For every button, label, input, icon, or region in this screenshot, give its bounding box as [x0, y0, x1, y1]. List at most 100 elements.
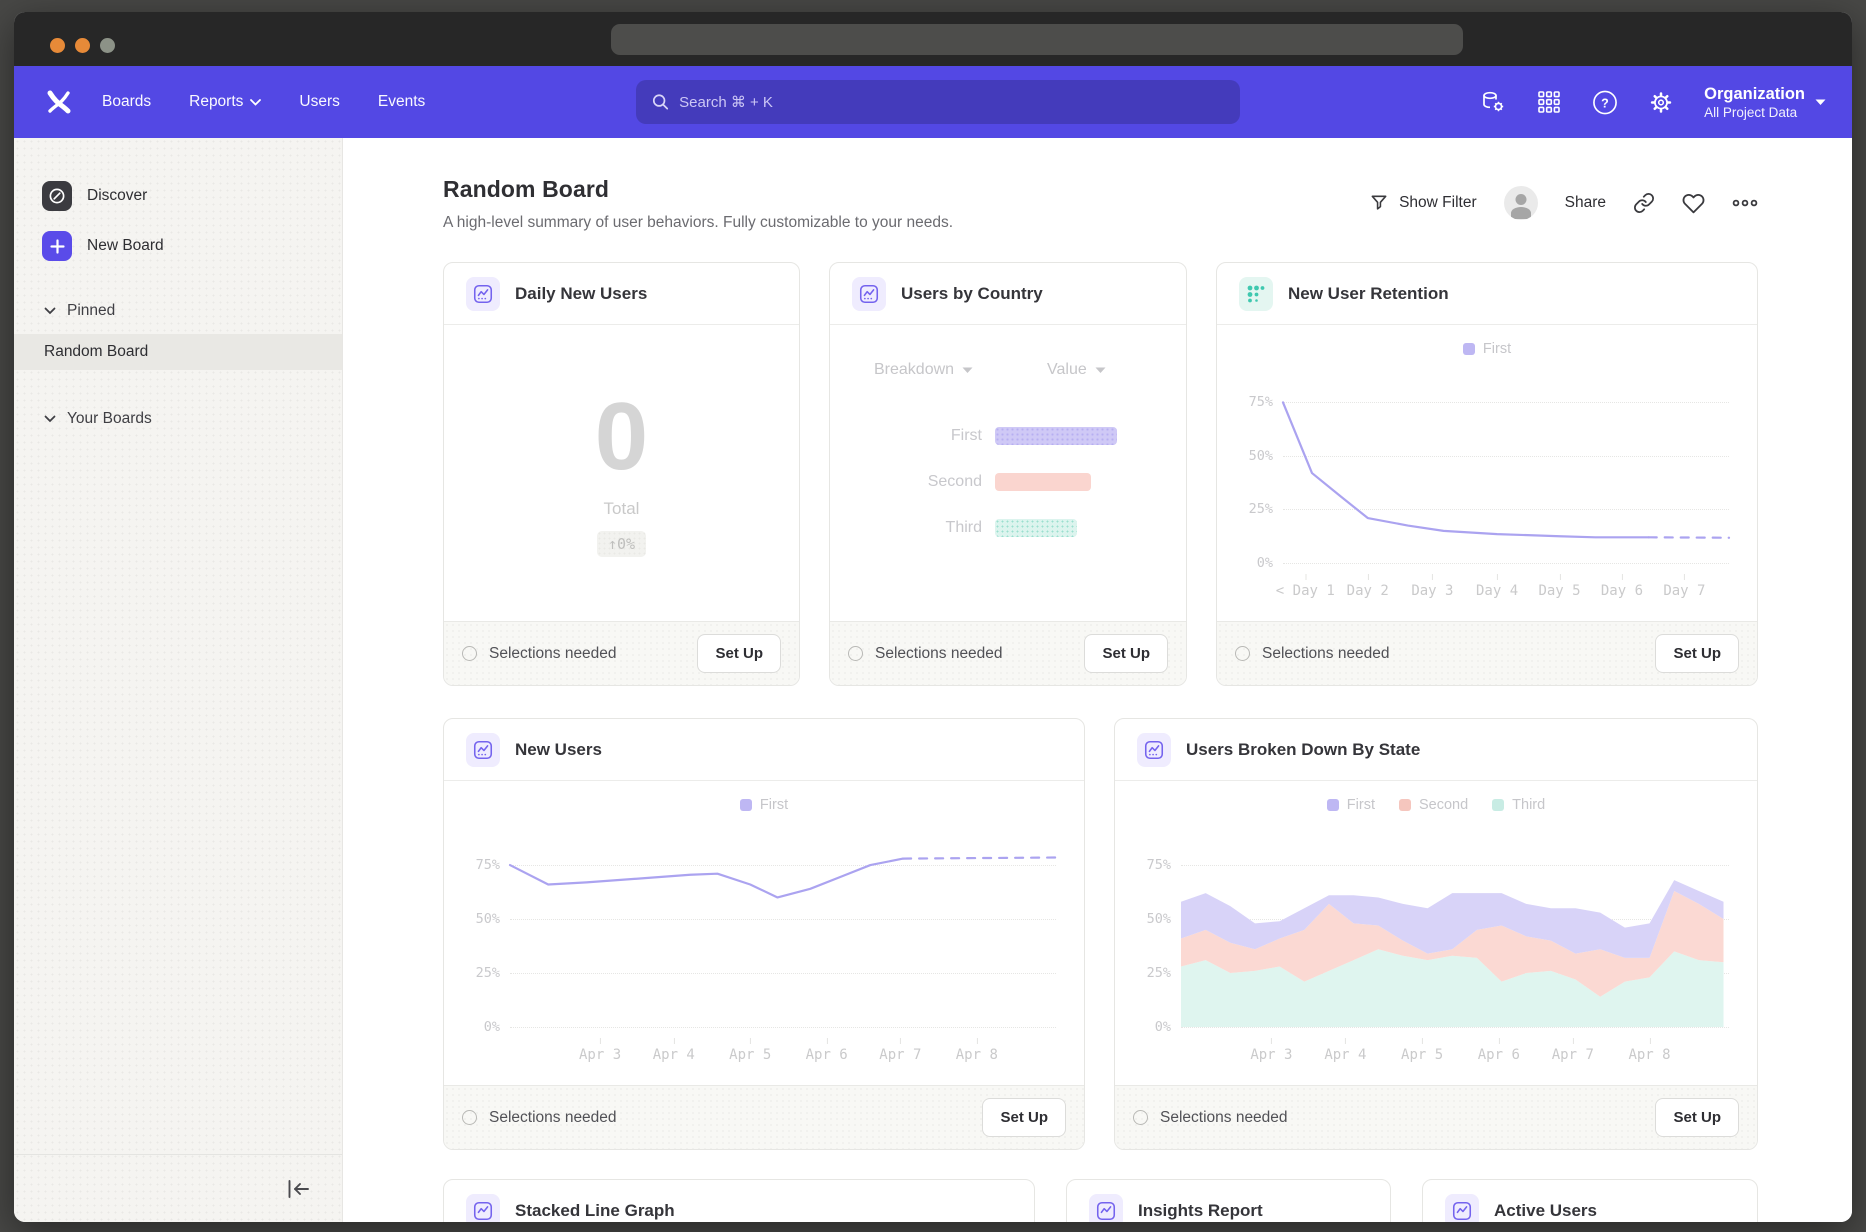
avatar[interactable]	[1504, 186, 1538, 220]
search-bar[interactable]	[636, 80, 1240, 124]
sidebar-board-random-board[interactable]: Random Board	[14, 334, 342, 370]
card-title: Active Users	[1494, 1201, 1597, 1221]
metric-delta-badge: ↑0%	[597, 531, 646, 557]
favorite-heart-icon[interactable]	[1682, 192, 1705, 215]
card-row-1: Daily New Users 0 Total ↑0% Selections n…	[443, 262, 1758, 686]
sidebar-footer	[14, 1154, 342, 1222]
section-label: Pinned	[67, 302, 115, 320]
status-text: Selections needed	[489, 645, 685, 663]
sidebar-section-your-boards[interactable]: Your Boards	[14, 404, 342, 434]
value-dropdown[interactable]: Value	[1047, 361, 1106, 379]
bar-row-second: Second	[830, 459, 1186, 505]
card-row-3: Stacked Line Graph Insi	[443, 1179, 1758, 1222]
svg-text:?: ?	[1601, 96, 1609, 110]
share-button[interactable]: Share	[1565, 194, 1606, 212]
desktop-background: Boards Reports Users Events	[0, 0, 1866, 1232]
legend-item: First	[1463, 341, 1511, 357]
sidebar: Discover New Board Pinned Random Board	[14, 138, 343, 1222]
card-row-2: New Users First 75%50%25%0%Apr 3Apr 4Apr…	[443, 718, 1758, 1150]
nav-item-users[interactable]: Users	[299, 93, 339, 111]
metric-label: Total	[604, 499, 640, 519]
setup-button[interactable]: Set Up	[1655, 1098, 1739, 1137]
country-bar-list: First Second Third	[830, 413, 1186, 551]
status-circle-icon	[1133, 1110, 1148, 1125]
status-circle-icon	[462, 646, 477, 661]
sidebar-item-label: Discover	[87, 187, 147, 205]
insights-chart-icon	[852, 277, 886, 311]
setup-button[interactable]: Set Up	[1084, 634, 1168, 673]
nav-item-label: Boards	[102, 93, 151, 111]
bar-first	[995, 427, 1117, 445]
traffic-lights	[50, 38, 115, 53]
card-title: New Users	[515, 740, 602, 760]
more-options-icon[interactable]	[1732, 198, 1758, 208]
breakdown-dropdown[interactable]: Breakdown	[874, 361, 973, 379]
setup-button[interactable]: Set Up	[1655, 634, 1739, 673]
page-title: Random Board	[443, 176, 953, 203]
chevron-down-icon	[1815, 99, 1826, 106]
show-filter-button[interactable]: Show Filter	[1369, 193, 1477, 213]
nav-item-events[interactable]: Events	[378, 93, 425, 111]
status-text: Selections needed	[1262, 645, 1643, 663]
metric-value: 0	[595, 389, 648, 485]
chevron-down-icon	[44, 415, 56, 423]
apps-grid-icon[interactable]	[1536, 89, 1562, 115]
card-title: Users Broken Down By State	[1186, 740, 1420, 760]
bar-label: Second	[830, 473, 995, 491]
share-label: Share	[1565, 194, 1606, 212]
collapse-sidebar-icon[interactable]	[287, 1179, 310, 1199]
chart-legend: First	[444, 797, 1084, 813]
sidebar-item-label: New Board	[87, 237, 164, 255]
chart-plot: 75%50%25%0%< Day 1Day 2Day 3Day 4Day 5Da…	[1283, 381, 1729, 563]
sidebar-section-pinned[interactable]: Pinned	[14, 296, 342, 326]
data-management-icon[interactable]	[1480, 89, 1506, 115]
card-daily-new-users: Daily New Users 0 Total ↑0% Selections n…	[443, 262, 800, 686]
card-users-broken-down-by-state: Users Broken Down By State FirstSecondTh…	[1114, 718, 1758, 1150]
browser-address-bar[interactable]	[611, 24, 1463, 55]
close-window-button[interactable]	[50, 38, 65, 53]
sidebar-item-new-board[interactable]: New Board	[14, 230, 342, 262]
zoom-window-button[interactable]	[100, 38, 115, 53]
legend-item: First	[740, 797, 788, 813]
card-footer: Selections needed Set Up	[444, 621, 799, 685]
card-footer: Selections needed Set Up	[1217, 621, 1757, 685]
nav-item-boards[interactable]: Boards	[102, 93, 151, 111]
plus-icon	[42, 231, 72, 261]
search-input[interactable]	[679, 94, 1224, 111]
bar-third	[995, 519, 1077, 537]
insights-chart-icon	[1445, 1194, 1479, 1223]
board-header: Random Board A high-level summary of use…	[443, 176, 1758, 232]
card-title: Users by Country	[901, 284, 1043, 304]
board-link-label: Random Board	[44, 343, 148, 361]
settings-gear-icon[interactable]	[1648, 89, 1674, 115]
card-title: Daily New Users	[515, 284, 647, 304]
nav-item-reports[interactable]: Reports	[189, 93, 261, 111]
sidebar-item-discover[interactable]: Discover	[14, 180, 342, 212]
copy-link-icon[interactable]	[1633, 192, 1655, 214]
bar-row-third: Third	[830, 505, 1186, 551]
insights-chart-icon	[466, 1194, 500, 1223]
organization-switcher[interactable]: Organization All Project Data	[1704, 84, 1826, 120]
top-navbar: Boards Reports Users Events	[14, 66, 1852, 138]
search-icon	[652, 93, 669, 111]
mixpanel-logo-icon[interactable]	[42, 85, 76, 119]
status-circle-icon	[1235, 646, 1250, 661]
help-icon[interactable]: ?	[1592, 89, 1618, 115]
board-actions: Show Filter Share	[1369, 186, 1758, 220]
status-text: Selections needed	[875, 645, 1072, 663]
setup-button[interactable]: Set Up	[982, 1098, 1066, 1137]
show-filter-label: Show Filter	[1399, 194, 1477, 212]
nav-item-label: Users	[299, 93, 339, 111]
retention-chart: First 75%50%25%0%< Day 1Day 2Day 3Day 4D…	[1217, 325, 1757, 621]
minimize-window-button[interactable]	[75, 38, 90, 53]
chart-plot: 75%50%25%0%Apr 3Apr 4Apr 5Apr 6Apr 7Apr …	[510, 837, 1056, 1027]
setup-button[interactable]: Set Up	[697, 634, 781, 673]
breakdown-controls: Breakdown Value	[874, 361, 1186, 379]
discover-compass-icon	[42, 181, 72, 211]
chevron-down-icon	[962, 367, 973, 374]
card-title: Stacked Line Graph	[515, 1201, 675, 1221]
status-circle-icon	[462, 1110, 477, 1125]
metric-display: 0 Total ↑0%	[444, 325, 799, 621]
bar-label: First	[830, 427, 995, 445]
nav-item-label: Reports	[189, 93, 243, 111]
